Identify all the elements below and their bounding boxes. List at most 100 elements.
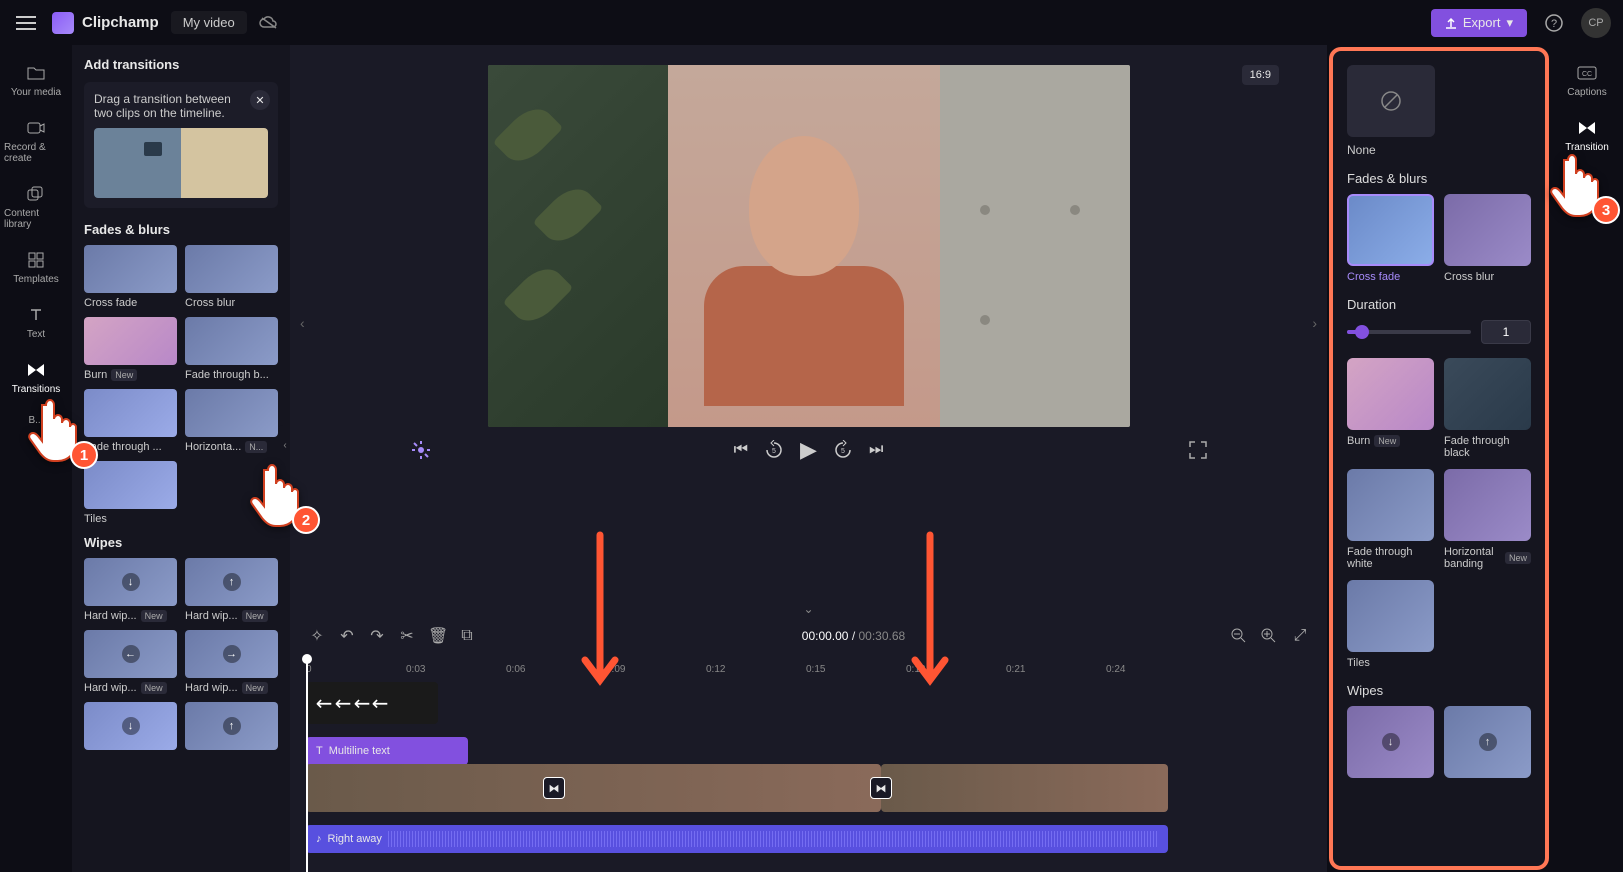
rewind-5-button[interactable]: 5 bbox=[764, 440, 784, 460]
transition-cross-fade[interactable]: Cross fade bbox=[84, 245, 177, 309]
nav-text[interactable]: Text bbox=[0, 297, 72, 348]
zoom-out-button[interactable] bbox=[1231, 628, 1249, 644]
preview-prev[interactable]: ‹ bbox=[300, 315, 305, 331]
tip-text: Drag a transition between two clips on t… bbox=[94, 92, 268, 120]
rp-fade-black[interactable]: Fade through black bbox=[1444, 358, 1531, 459]
split-button[interactable]: ✂ bbox=[398, 626, 416, 646]
clip-video-second[interactable] bbox=[881, 764, 1168, 812]
track-text[interactable]: TMultiline text bbox=[306, 730, 1319, 758]
aspect-ratio-button[interactable]: 16:9 bbox=[1242, 65, 1279, 85]
svg-text:CC: CC bbox=[1582, 71, 1592, 78]
user-avatar[interactable]: CP bbox=[1581, 8, 1611, 38]
timeline-ruler[interactable]: 0 0:03 0:06 0:09 0:12 0:15 0:18 0:21 0:2… bbox=[298, 658, 1319, 682]
preview-next[interactable]: › bbox=[1312, 315, 1317, 331]
undo-button[interactable]: ↶ bbox=[338, 626, 356, 646]
timeline-toolbar: ✧ ↶ ↷ ✂ 🗑 ⧉ 00:00.00 / 00:30.68 ⤢ bbox=[290, 618, 1327, 654]
transition-hard-wipe-up[interactable]: ↑Hard wip...New bbox=[185, 558, 278, 622]
track-overlay[interactable]: ↙↙↙↙ bbox=[306, 682, 1319, 724]
copy-button[interactable]: ⧉ bbox=[458, 627, 476, 645]
export-button[interactable]: Export ▾ bbox=[1431, 9, 1527, 37]
help-button[interactable]: ? bbox=[1539, 8, 1569, 38]
skip-forward-button[interactable]: ⏭ bbox=[869, 441, 883, 459]
transition-tiles[interactable]: Tiles bbox=[84, 461, 177, 525]
brand-text: Clipchamp bbox=[82, 14, 159, 31]
library-icon bbox=[26, 184, 46, 204]
section-wipes: Wipes bbox=[84, 535, 278, 550]
nav-more[interactable]: B... bbox=[0, 407, 72, 434]
zoom-in-button[interactable] bbox=[1261, 628, 1279, 644]
clip-arrow-overlay[interactable]: ↙↙↙↙ bbox=[306, 682, 438, 724]
transition-cross-blur[interactable]: Cross blur bbox=[185, 245, 278, 309]
transition-fade-through-black[interactable]: Fade through b... bbox=[185, 317, 278, 381]
collapse-left-panel[interactable]: ‹ bbox=[279, 425, 290, 465]
playback-controls: ⏮ 5 ▶ 5 ⏭ bbox=[390, 427, 1227, 473]
clipchamp-icon bbox=[52, 12, 74, 34]
menu-button[interactable] bbox=[12, 9, 40, 37]
transition-horizontal[interactable]: Horizonta...N... bbox=[185, 389, 278, 453]
brand-logo[interactable]: Clipchamp bbox=[52, 12, 159, 34]
tip-box: Drag a transition between two clips on t… bbox=[84, 82, 278, 208]
rp-horizontal[interactable]: Horizontal bandingNew bbox=[1444, 469, 1531, 570]
skip-back-button[interactable]: ⏮ bbox=[734, 441, 748, 459]
video-canvas[interactable] bbox=[488, 65, 1130, 427]
center-workspace: 16:9 ‹ › ⏮ 5 ▶ 5 ⏭ ⌄ ✧ ↶ ↷ ✂ 🗑 bbox=[290, 45, 1327, 872]
clip-text[interactable]: TMultiline text bbox=[306, 737, 468, 765]
rp-cross-fade[interactable]: Cross fade bbox=[1347, 194, 1434, 283]
transition-hard-wipe-right[interactable]: →Hard wip...New bbox=[185, 630, 278, 694]
play-button[interactable]: ▶ bbox=[800, 437, 817, 463]
rp-fades-title: Fades & blurs bbox=[1347, 171, 1531, 186]
rp-fade-white[interactable]: Fade through white bbox=[1347, 469, 1434, 570]
transition-hard-wipe-left[interactable]: ←Hard wip...New bbox=[84, 630, 177, 694]
transition-marker-1[interactable]: ⧓ bbox=[543, 777, 565, 799]
timeline[interactable]: 0 0:03 0:06 0:09 0:12 0:15 0:18 0:21 0:2… bbox=[290, 654, 1327, 872]
clip-video-main[interactable] bbox=[306, 764, 881, 812]
track-video[interactable]: ⧓ ⧓ bbox=[306, 764, 1319, 812]
fullscreen-button[interactable] bbox=[1189, 441, 1207, 459]
svg-text:5: 5 bbox=[841, 448, 845, 455]
transition-wipe-extra1[interactable]: ↓ bbox=[84, 702, 177, 750]
rp-burn[interactable]: BurnNew bbox=[1347, 358, 1434, 459]
rp-cross-blur[interactable]: Cross blur bbox=[1444, 194, 1531, 283]
fit-button[interactable]: ⤢ bbox=[1291, 627, 1309, 645]
templates-icon bbox=[26, 250, 46, 270]
transition-hard-wipe-down[interactable]: ↓Hard wip...New bbox=[84, 558, 177, 622]
project-name-input[interactable]: My video bbox=[171, 11, 247, 34]
rp-wipes-title: Wipes bbox=[1347, 683, 1531, 698]
arrow-right-icon: → bbox=[223, 645, 241, 663]
duration-input[interactable] bbox=[1481, 320, 1531, 344]
nav-your-media[interactable]: Your media bbox=[0, 55, 72, 106]
transition-marker-2[interactable]: ⧓ bbox=[870, 777, 892, 799]
captions-icon: CC bbox=[1577, 63, 1597, 83]
track-audio[interactable]: ♪Right away bbox=[306, 818, 1319, 846]
music-icon: ♪ bbox=[316, 833, 322, 845]
transition-none[interactable] bbox=[1347, 65, 1435, 137]
nav-content-library[interactable]: Content library bbox=[0, 176, 72, 238]
rp-tiles[interactable]: Tiles bbox=[1347, 580, 1434, 669]
rp-wipe-2[interactable]: ↑ bbox=[1444, 706, 1531, 778]
rp-wipe-1[interactable]: ↓ bbox=[1347, 706, 1434, 778]
panel-title: Add transitions bbox=[84, 57, 278, 72]
nav-transition-panel[interactable]: Transition bbox=[1551, 110, 1623, 161]
cloud-sync-icon[interactable] bbox=[259, 15, 279, 31]
forward-5-button[interactable]: 5 bbox=[833, 440, 853, 460]
playhead[interactable] bbox=[306, 658, 308, 872]
delete-button[interactable]: 🗑 bbox=[428, 626, 446, 646]
duration-slider[interactable] bbox=[1347, 330, 1471, 334]
ai-enhance-button[interactable] bbox=[410, 439, 432, 461]
nav-templates[interactable]: Templates bbox=[0, 242, 72, 293]
timeline-timecode: 00:00.00 / 00:30.68 bbox=[488, 629, 1219, 643]
transition-wipe-extra2[interactable]: ↑ bbox=[185, 702, 278, 750]
arrow-up-icon: ↑ bbox=[223, 573, 241, 591]
redo-button[interactable]: ↷ bbox=[368, 626, 386, 646]
transition-burn[interactable]: BurnNew bbox=[84, 317, 177, 381]
transition-fade-through-white[interactable]: Fade through ... bbox=[84, 389, 177, 453]
nav-transitions[interactable]: Transitions bbox=[0, 352, 72, 403]
nav-record[interactable]: Record & create bbox=[0, 110, 72, 172]
magic-cut-button[interactable]: ✧ bbox=[308, 626, 326, 646]
text-icon: T bbox=[316, 745, 323, 757]
clip-audio[interactable]: ♪Right away bbox=[306, 825, 1168, 853]
collapse-timeline[interactable]: ⌄ bbox=[290, 600, 1327, 618]
tip-illustration bbox=[94, 128, 268, 198]
nav-captions[interactable]: CCCaptions bbox=[1551, 55, 1623, 106]
tip-close-button[interactable]: ✕ bbox=[250, 90, 270, 110]
